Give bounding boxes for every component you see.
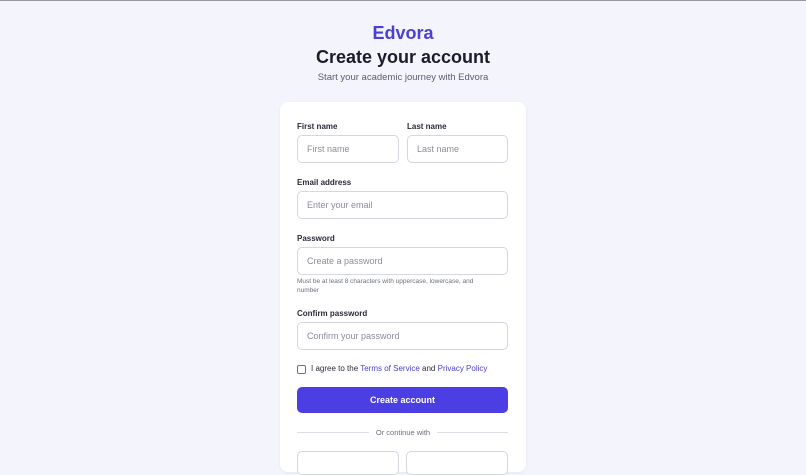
last-name-input[interactable] [407, 135, 508, 163]
password-input[interactable] [297, 247, 508, 275]
signup-card: First name Last name Email address Passw… [280, 102, 526, 475]
social-login-button-1[interactable] [297, 451, 399, 475]
brand-logo: Edvora [372, 23, 434, 43]
page-title: Create your account [315, 47, 491, 67]
first-name-input[interactable] [297, 135, 399, 163]
password-hint: Must be at least 8 characters with upper… [297, 278, 474, 294]
email-input[interactable] [297, 191, 508, 219]
terms-checkbox[interactable] [297, 365, 306, 374]
window-top-border [0, 0, 806, 1]
last-name-label: Last name [407, 122, 447, 131]
terms-prefix-text: I agree to the [311, 364, 361, 373]
first-name-label: First name [297, 122, 338, 131]
divider-line-right [437, 432, 508, 433]
confirm-password-label: Confirm password [297, 309, 368, 318]
social-login-button-2[interactable] [406, 451, 508, 475]
create-account-button[interactable]: Create account [297, 387, 508, 413]
terms-of-service-link[interactable]: Terms of Service [360, 364, 420, 373]
password-label: Password [297, 234, 335, 243]
email-label: Email address [297, 178, 352, 187]
terms-agreement: I agree to the Terms of Service and Priv… [311, 364, 487, 373]
privacy-policy-link[interactable]: Privacy Policy [438, 364, 488, 373]
page-subtitle: Start your academic journey with Edvora [317, 72, 489, 83]
terms-conjunction-text: and [419, 364, 438, 373]
confirm-password-input[interactable] [297, 322, 508, 350]
